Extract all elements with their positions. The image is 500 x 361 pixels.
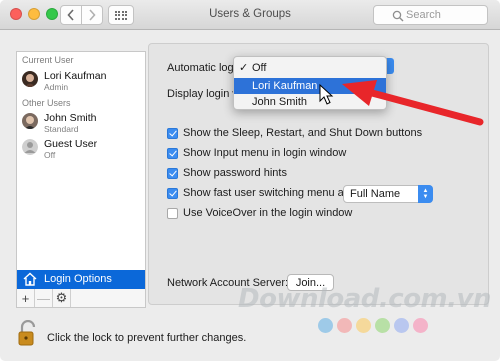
add-user-button[interactable]: + <box>17 289 35 307</box>
login-options-item[interactable]: Login Options <box>17 270 145 289</box>
search-icon <box>392 10 404 22</box>
menu-item-lori-kaufman[interactable]: Lori Kaufman <box>234 78 386 94</box>
show-sleep-restart-label: Show the Sleep, Restart, and Shut Down b… <box>183 127 423 139</box>
user-role: Admin <box>44 82 69 92</box>
fast-user-switching-label: Show fast user switching menu as <box>183 187 350 199</box>
current-user-label: Current User <box>22 55 74 65</box>
user-name: Lori Kaufman <box>44 70 107 82</box>
show-sleep-restart-checkbox[interactable] <box>167 128 178 139</box>
other-users-label: Other Users <box>22 98 71 108</box>
user-item-lori-kaufman[interactable]: Lori Kaufman Admin <box>17 68 145 96</box>
user-role: Off <box>44 150 56 160</box>
display-login-label: Display login wi <box>167 88 243 100</box>
menu-item-john-smith[interactable]: John Smith <box>234 94 386 110</box>
show-password-hints-checkbox[interactable] <box>167 168 178 179</box>
users-groups-window: Users & Groups Search Current User Lori … <box>0 0 500 361</box>
voiceover-label: Use VoiceOver in the login window <box>183 207 353 219</box>
user-list: Current User Lori Kaufman Admin Other Us… <box>16 51 146 289</box>
search-placeholder: Search <box>406 9 441 21</box>
avatar <box>22 71 38 87</box>
title-bar: Users & Groups Search <box>0 0 500 30</box>
checkmark-icon: ✓ <box>239 62 249 74</box>
user-item-john-smith[interactable]: John Smith Standard <box>17 110 145 138</box>
watermark-logo: Download.com.vn <box>238 284 491 314</box>
updown-arrows-icon: ▲ ▼ <box>418 185 433 203</box>
user-item-guest-user[interactable]: Guest User Off <box>17 136 145 164</box>
menu-item-label: Lori Kaufman <box>252 80 318 92</box>
user-list-toolbar: + — ⚙ <box>16 289 146 308</box>
fast-user-switching-checkbox[interactable] <box>167 188 178 199</box>
show-input-menu-checkbox[interactable] <box>167 148 178 159</box>
user-name: Guest User <box>44 138 98 150</box>
fast-user-switching-value: Full Name <box>350 188 401 200</box>
guest-avatar-icon <box>22 139 38 155</box>
show-input-menu-label: Show Input menu in login window <box>183 147 347 159</box>
menu-item-label: Off <box>252 62 267 74</box>
lock-icon[interactable] <box>18 320 38 346</box>
watermark-dots <box>318 318 428 333</box>
automatic-login-label: Automatic login <box>167 62 243 74</box>
gear-icon[interactable]: ⚙ <box>53 289 71 307</box>
avatar <box>22 113 38 129</box>
lock-message: Click the lock to prevent further change… <box>47 332 247 344</box>
menu-item-off[interactable]: ✓ Off <box>234 60 386 76</box>
house-icon <box>23 272 37 286</box>
show-password-hints-label: Show password hints <box>183 167 287 179</box>
automatic-login-menu: ✓ Off Lori Kaufman John Smith <box>233 56 387 110</box>
menu-item-label: John Smith <box>252 96 308 108</box>
user-role: Standard <box>44 124 79 134</box>
user-name: John Smith <box>44 112 97 124</box>
remove-user-button[interactable]: — <box>35 289 53 307</box>
login-options-label: Login Options <box>44 273 112 285</box>
search-input[interactable]: Search <box>373 5 488 25</box>
fast-user-switching-select[interactable]: Full Name ▲ ▼ <box>343 185 433 203</box>
voiceover-checkbox[interactable] <box>167 208 178 219</box>
